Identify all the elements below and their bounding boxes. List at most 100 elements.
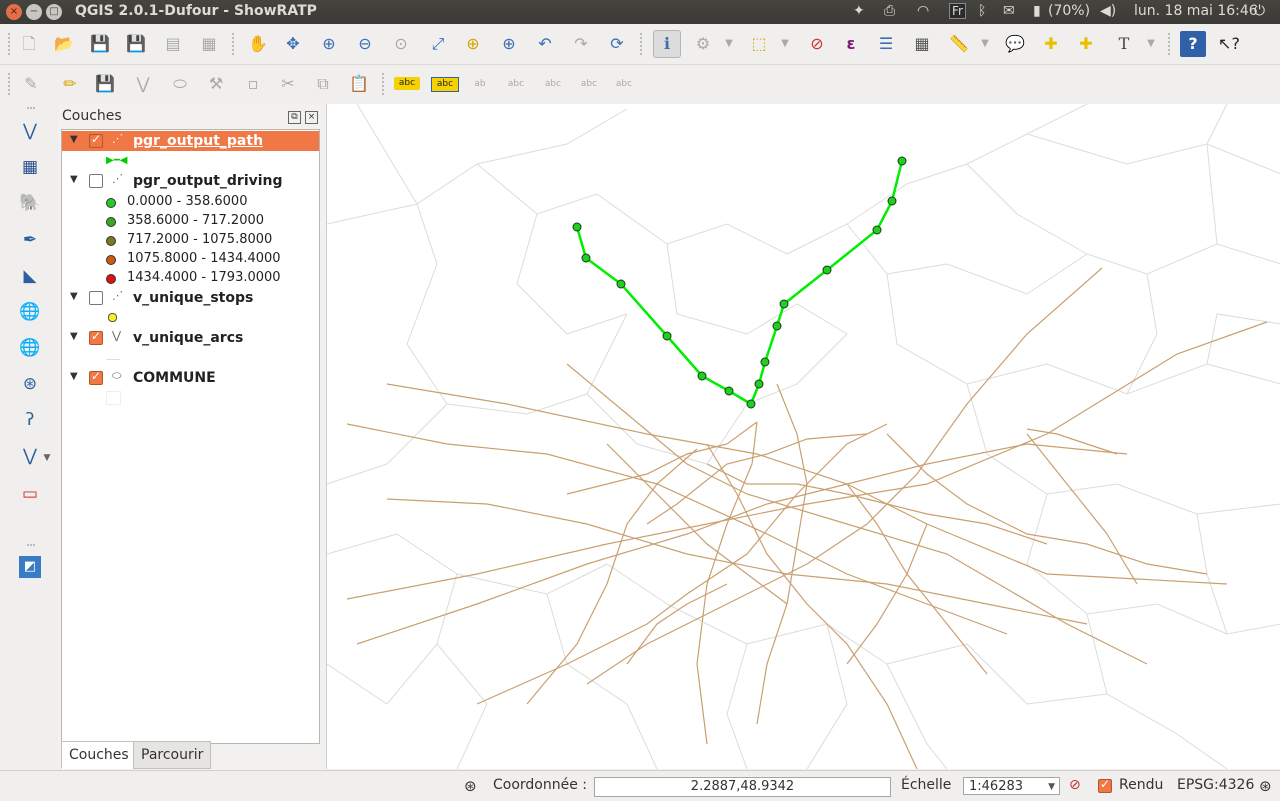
deselect-all-icon[interactable]: ⊘ — [804, 31, 830, 57]
path-node[interactable] — [897, 156, 907, 166]
add-feature-icon[interactable]: ⋁ — [130, 71, 156, 97]
add-wfs-layer-icon[interactable]: ⊛ — [17, 371, 43, 397]
move-feature-icon[interactable]: ⬭ — [167, 71, 193, 97]
whats-this-icon[interactable]: ↖? — [1216, 31, 1242, 57]
add-postgis-layer-icon[interactable]: 🐘 — [17, 190, 43, 216]
chevron-down-icon[interactable]: ▼ — [722, 31, 736, 57]
move-label-icon[interactable]: abc — [540, 71, 566, 97]
layer-row-v-unique-arcs[interactable]: ▼ ⋁ v_unique_arcs — [62, 328, 319, 348]
collapse-arrow-icon[interactable]: ▼ — [70, 331, 78, 342]
node-tool-icon[interactable]: ⚒ — [203, 71, 229, 97]
path-node[interactable] — [746, 399, 756, 409]
path-node[interactable] — [872, 225, 882, 235]
wifi-icon[interactable]: ◠ — [917, 3, 929, 19]
save-project-icon[interactable]: 💾 — [87, 31, 113, 57]
collapse-arrow-icon[interactable]: ▼ — [70, 291, 78, 302]
path-node[interactable] — [754, 379, 764, 389]
toolbar-grip[interactable] — [640, 33, 645, 55]
show-bookmarks-icon[interactable]: ✚ — [1073, 31, 1099, 57]
chevron-down-icon[interactable]: ▼ — [42, 445, 52, 471]
toolbar-grip[interactable] — [8, 33, 13, 55]
current-edits-icon[interactable]: ✎ — [18, 71, 44, 97]
tab-parcourir[interactable]: Parcourir — [133, 741, 212, 769]
mail-icon[interactable]: ✉ — [1003, 3, 1015, 19]
path-node[interactable] — [697, 371, 707, 381]
open-project-icon[interactable]: 📂 — [51, 31, 77, 57]
paste-features-icon[interactable]: 📋 — [346, 71, 372, 97]
float-panel-button[interactable]: ⧉ — [288, 111, 301, 124]
layer-row-pgr-output-driving[interactable]: ▼ ⋰ pgr_output_driving — [62, 171, 319, 191]
save-as-icon[interactable]: 💾 — [123, 31, 149, 57]
path-node[interactable] — [616, 279, 626, 289]
attribute-table-icon[interactable]: ☰ — [873, 31, 899, 57]
chevron-down-icon[interactable]: ▼ — [1144, 31, 1158, 57]
map-svg[interactable] — [326, 103, 1280, 770]
delete-selected-icon[interactable]: ▫ — [240, 71, 266, 97]
pan-hand-icon[interactable]: ✋ — [245, 31, 271, 57]
zoom-to-selection-icon[interactable]: ⊕ — [460, 31, 486, 57]
stop-render-icon[interactable]: ⊘ — [1069, 777, 1081, 793]
path-node[interactable] — [581, 253, 591, 263]
coordinate-toggle-icon[interactable]: ⊛ — [464, 777, 477, 795]
add-raster-layer-icon[interactable]: ▦ — [17, 154, 43, 180]
battery-icon[interactable]: ▮ — [1033, 3, 1041, 19]
layer-row-pgr-output-path[interactable]: ▼ ⋰ pgr_output_path — [62, 131, 319, 151]
path-node[interactable] — [662, 331, 672, 341]
path-node[interactable] — [760, 357, 770, 367]
scale-combobox[interactable]: 1:46283 ▼ — [963, 777, 1060, 795]
crs-status[interactable]: EPSG:4326 — [1177, 777, 1254, 793]
show-hide-labels-icon[interactable]: abc — [503, 71, 529, 97]
add-mssql-layer-icon[interactable]: ◣ — [17, 263, 43, 289]
toolbar-grip[interactable] — [382, 73, 387, 95]
change-label-icon[interactable]: abc — [611, 71, 637, 97]
path-node[interactable] — [572, 222, 582, 232]
pin-labels-icon[interactable]: ab — [467, 71, 493, 97]
composer-manager-icon[interactable]: ▦ — [196, 31, 222, 57]
copy-features-icon[interactable]: ⧉ — [310, 71, 336, 97]
zoom-in-icon[interactable]: ⊕ — [316, 31, 342, 57]
identify-features-icon[interactable]: ℹ — [653, 30, 681, 58]
minimize-window-button[interactable]: − — [26, 4, 42, 20]
add-delimited-text-layer-icon[interactable]: ʔ — [17, 407, 43, 433]
coordinate-field[interactable]: 2.2887,48.9342 — [594, 777, 891, 797]
toolbar-grip[interactable] — [27, 107, 35, 111]
cut-features-icon[interactable]: ✂ — [275, 71, 301, 97]
text-annotation-icon[interactable]: T — [1111, 31, 1137, 57]
zoom-out-icon[interactable]: ⊖ — [352, 31, 378, 57]
battery-percentage[interactable]: (70%) — [1048, 3, 1090, 19]
remove-layer-icon[interactable]: ▭ — [17, 481, 43, 507]
add-vector-layer-icon[interactable]: ⋁ — [17, 118, 43, 144]
path-node[interactable] — [724, 386, 734, 396]
add-wcs-layer-icon[interactable]: 🌐 — [17, 335, 43, 361]
collapse-arrow-icon[interactable]: ▼ — [70, 134, 78, 145]
add-wms-layer-icon[interactable]: 🌐 — [17, 299, 43, 325]
power-icon[interactable]: ⏻ — [1254, 3, 1265, 19]
path-node[interactable] — [779, 299, 789, 309]
layer-visibility-checkbox[interactable] — [89, 291, 103, 305]
toolbar-grip[interactable] — [27, 544, 35, 548]
help-contents-icon[interactable]: ? — [1180, 31, 1206, 57]
tab-couches[interactable]: Couches — [61, 741, 137, 769]
chevron-down-icon[interactable]: ▼ — [778, 31, 792, 57]
chevron-down-icon[interactable]: ▼ — [978, 31, 992, 57]
layer-visibility-checkbox[interactable] — [89, 132, 103, 148]
toolbar-grip[interactable] — [8, 73, 13, 95]
new-bookmark-icon[interactable]: ✚ — [1038, 31, 1064, 57]
rotate-label-icon[interactable]: abc — [576, 71, 602, 97]
zoom-to-layer-icon[interactable]: ⊕ — [496, 31, 522, 57]
new-project-icon[interactable]: 🗋 — [16, 31, 42, 57]
field-calculator-icon[interactable]: ▦ — [909, 31, 935, 57]
layer-visibility-checkbox[interactable] — [89, 329, 103, 345]
maximize-window-button[interactable]: □ — [46, 4, 62, 20]
layer-row-commune[interactable]: ▼ ⬭ COMMUNE — [62, 368, 319, 388]
keyboard-layout-indicator[interactable]: Fr — [949, 3, 966, 19]
bluetooth-icon[interactable]: ᛒ — [978, 3, 986, 19]
chevron-down-icon[interactable]: ▼ — [1048, 778, 1055, 796]
layer-labeling-icon[interactable]: abc — [431, 77, 459, 92]
map-tips-icon[interactable]: 💬 — [1002, 31, 1028, 57]
layer-visibility-checkbox[interactable] — [89, 369, 103, 385]
measure-line-icon[interactable]: 📏 — [946, 31, 972, 57]
labeling-icon[interactable]: abc — [394, 77, 420, 90]
select-features-icon[interactable]: ⬚ — [746, 31, 772, 57]
zoom-native-icon[interactable]: ⊙ — [388, 31, 414, 57]
